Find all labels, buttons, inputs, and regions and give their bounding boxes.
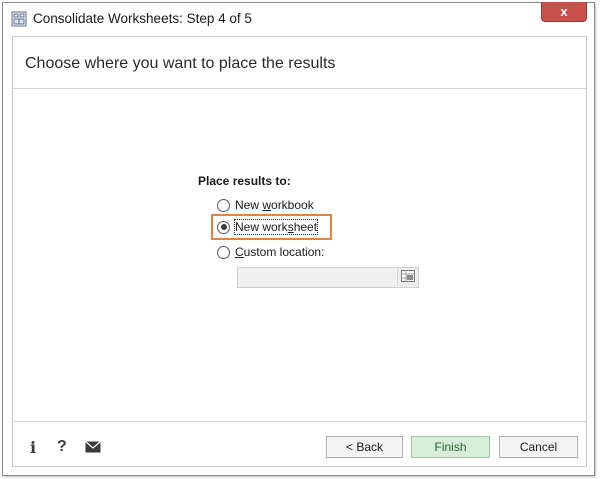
custom-location-label[interactable]: Custom location: [235,245,324,259]
mail-icon[interactable] [85,438,101,456]
place-results-label: Place results to: [198,174,291,188]
radio-custom-location[interactable]: Custom location: [217,243,324,261]
title-bar: Consolidate Worksheets: Step 4 of 5 x [3,2,594,33]
finish-button[interactable]: Finish [411,436,490,458]
consolidate-worksheets-icon [11,11,27,27]
window-title: Consolidate Worksheets: Step 4 of 5 [33,11,252,26]
radio-button[interactable] [217,245,230,259]
radio-button-selected[interactable] [217,220,230,234]
step-header: Choose where you want to place the resul… [25,55,336,72]
close-button[interactable]: x [541,2,587,22]
consolidate-worksheets-dialog: Consolidate Worksheets: Step 4 of 5 x Ch… [2,2,595,476]
close-icon[interactable]: x [560,4,567,19]
footer-divider [13,421,586,422]
help-icon[interactable]: ? [57,438,67,456]
info-icon[interactable]: i [30,438,36,457]
cancel-button[interactable]: Cancel [499,436,578,458]
custom-location-input[interactable] [237,267,419,288]
range-select-icon [400,269,415,287]
back-button[interactable]: < Back [326,436,403,458]
radio-new-worksheet[interactable]: New worksheet [217,218,319,236]
range-picker-button[interactable] [397,269,417,286]
place-results-group: Place results to: New workbook New works… [198,174,428,288]
radio-button[interactable] [217,198,230,212]
wizard-content: Choose where you want to place the resul… [12,36,587,467]
new-worksheet-label[interactable]: New worksheet [233,219,319,235]
header-divider [13,88,586,89]
new-workbook-label[interactable]: New workbook [235,198,314,212]
radio-new-workbook[interactable]: New workbook [217,196,314,214]
